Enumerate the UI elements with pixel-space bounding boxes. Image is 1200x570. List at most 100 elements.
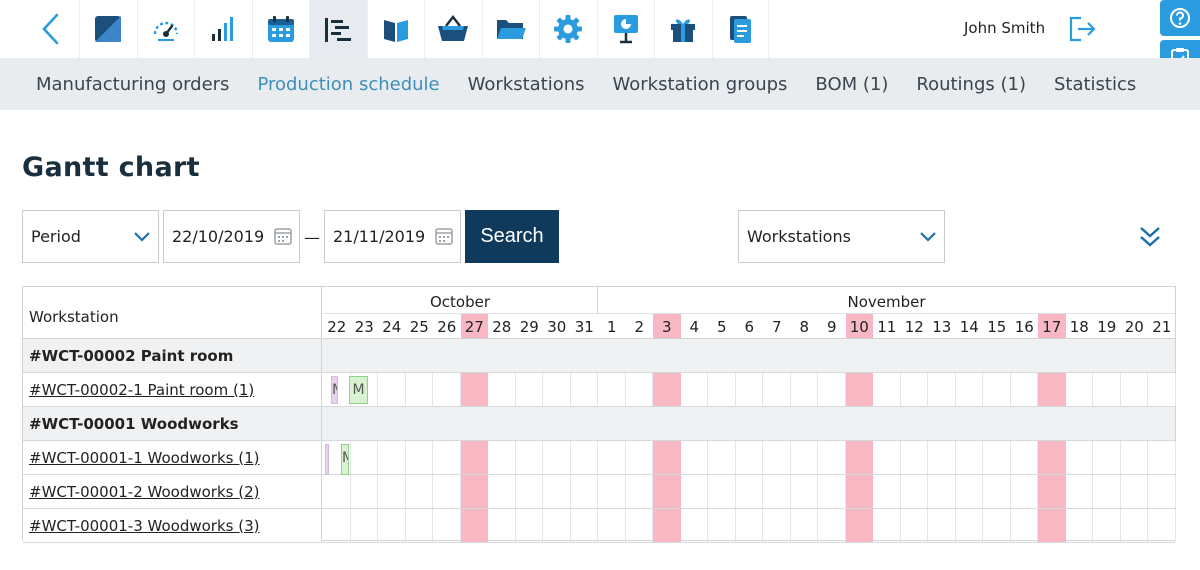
- double-chevron-down-icon[interactable]: [1138, 224, 1162, 250]
- timeline-cell[interactable]: [845, 441, 873, 474]
- timeline-cell[interactable]: [928, 373, 956, 406]
- timeline-cell[interactable]: [873, 475, 901, 508]
- timeline-cell[interactable]: [983, 441, 1011, 474]
- timeline-cell[interactable]: [433, 509, 461, 542]
- calendar-button[interactable]: [251, 0, 310, 58]
- timeline-cell[interactable]: [845, 475, 873, 508]
- timeline-cell[interactable]: [488, 475, 516, 508]
- calendar-small-icon[interactable]: [273, 225, 293, 247]
- timeline-cell[interactable]: [626, 475, 653, 508]
- workstation-link[interactable]: #WCT-00001-3 Woodworks (3): [23, 509, 322, 542]
- timeline-cell[interactable]: [598, 509, 626, 542]
- basket-button[interactable]: [424, 0, 482, 58]
- timeline-cell[interactable]: [543, 509, 571, 542]
- timeline-cell[interactable]: [1148, 475, 1176, 508]
- timeline-cell[interactable]: [378, 441, 406, 474]
- date-to-field[interactable]: 21/11/2019: [324, 210, 461, 263]
- timeline-cell[interactable]: [1011, 475, 1038, 508]
- help-button[interactable]: [1160, 0, 1200, 36]
- timeline-cell[interactable]: [956, 509, 983, 542]
- timeline-cell[interactable]: [1148, 373, 1176, 406]
- timeline-cell[interactable]: [460, 441, 488, 474]
- tab-bom[interactable]: BOM (1): [801, 74, 902, 95]
- timeline-cell[interactable]: [351, 509, 378, 542]
- timeline-cell[interactable]: [681, 475, 708, 508]
- timeline-cell[interactable]: [928, 475, 956, 508]
- timeline-cell[interactable]: [708, 373, 736, 406]
- timeline-cell[interactable]: [406, 441, 433, 474]
- timeline-cell[interactable]: [1121, 373, 1148, 406]
- timeline-cell[interactable]: [516, 373, 543, 406]
- timeline-cell[interactable]: [736, 509, 763, 542]
- timeline-cell[interactable]: [1093, 373, 1121, 406]
- timeline-cell[interactable]: [791, 441, 818, 474]
- timeline-cell[interactable]: [818, 373, 846, 406]
- documents-button[interactable]: [711, 0, 769, 58]
- timeline-cell[interactable]: [323, 475, 351, 508]
- timeline-cell[interactable]: [516, 509, 543, 542]
- timeline-cell[interactable]: [983, 475, 1011, 508]
- timeline-cell[interactable]: [901, 509, 928, 542]
- timeline-cell[interactable]: [1093, 475, 1121, 508]
- timeline-cell[interactable]: [736, 373, 763, 406]
- timeline-cell[interactable]: [928, 509, 956, 542]
- timeline-cell[interactable]: [763, 441, 791, 474]
- timeline-cell[interactable]: [626, 509, 653, 542]
- timeline-cell[interactable]: [983, 373, 1011, 406]
- design-button[interactable]: [79, 0, 137, 58]
- timeline-cell[interactable]: [818, 475, 846, 508]
- timeline-cell[interactable]: [708, 475, 736, 508]
- timeline-cell[interactable]: [323, 509, 351, 542]
- timeline-cell[interactable]: [1011, 509, 1038, 542]
- timeline-cell[interactable]: [681, 373, 708, 406]
- timeline-cell[interactable]: [433, 373, 461, 406]
- presentation-button[interactable]: [596, 0, 655, 58]
- timeline-cell[interactable]: [571, 373, 598, 406]
- timeline-cell[interactable]: [956, 441, 983, 474]
- timeline-cell[interactable]: [488, 441, 516, 474]
- timeline-cell[interactable]: [736, 441, 763, 474]
- tab-manufacturing-orders[interactable]: Manufacturing orders: [22, 74, 243, 95]
- tab-statistics[interactable]: Statistics: [1040, 74, 1150, 95]
- back-button[interactable]: [22, 0, 78, 58]
- timeline-cell[interactable]: [681, 441, 708, 474]
- timeline-cell[interactable]: [901, 373, 928, 406]
- task-bar[interactable]: M: [331, 376, 338, 404]
- timeline-cell[interactable]: [1148, 441, 1176, 474]
- timeline-cell[interactable]: [378, 373, 406, 406]
- timeline-cell[interactable]: [351, 475, 378, 508]
- timeline-cell[interactable]: [543, 475, 571, 508]
- settings-button[interactable]: [539, 0, 597, 58]
- timeline-cell[interactable]: [1011, 373, 1038, 406]
- statistics-button[interactable]: [194, 0, 252, 58]
- task-bar[interactable]: M: [341, 444, 349, 475]
- timeline-cell[interactable]: [763, 373, 791, 406]
- timeline-cell[interactable]: [653, 441, 681, 474]
- timeline-cell[interactable]: [1066, 373, 1093, 406]
- schedule-button[interactable]: [309, 0, 367, 58]
- timeline-cell[interactable]: [791, 475, 818, 508]
- timeline-cell[interactable]: [1148, 509, 1176, 542]
- timeline-cell[interactable]: [378, 475, 406, 508]
- timeline-cell[interactable]: [845, 509, 873, 542]
- timeline-cell[interactable]: [956, 373, 983, 406]
- tab-routings[interactable]: Routings (1): [902, 74, 1040, 95]
- timeline-cell[interactable]: [460, 509, 488, 542]
- timeline-cell[interactable]: [1121, 441, 1148, 474]
- timeline-cell[interactable]: [433, 475, 461, 508]
- timeline-cell[interactable]: [598, 373, 626, 406]
- timeline-cell[interactable]: [1038, 373, 1066, 406]
- timeline-cell[interactable]: [626, 441, 653, 474]
- timeline-cell[interactable]: [653, 373, 681, 406]
- logout-icon[interactable]: [1068, 15, 1098, 43]
- period-select[interactable]: Period: [22, 210, 159, 263]
- timeline-cell[interactable]: [873, 441, 901, 474]
- view-select[interactable]: Workstations: [738, 210, 945, 263]
- timeline-cell[interactable]: [818, 509, 846, 542]
- timeline-cell[interactable]: [653, 509, 681, 542]
- timeline-cell[interactable]: [681, 509, 708, 542]
- timeline-cell[interactable]: [1121, 509, 1148, 542]
- timeline-cell[interactable]: [433, 441, 461, 474]
- timeline-cell[interactable]: [901, 441, 928, 474]
- timeline-cell[interactable]: [653, 475, 681, 508]
